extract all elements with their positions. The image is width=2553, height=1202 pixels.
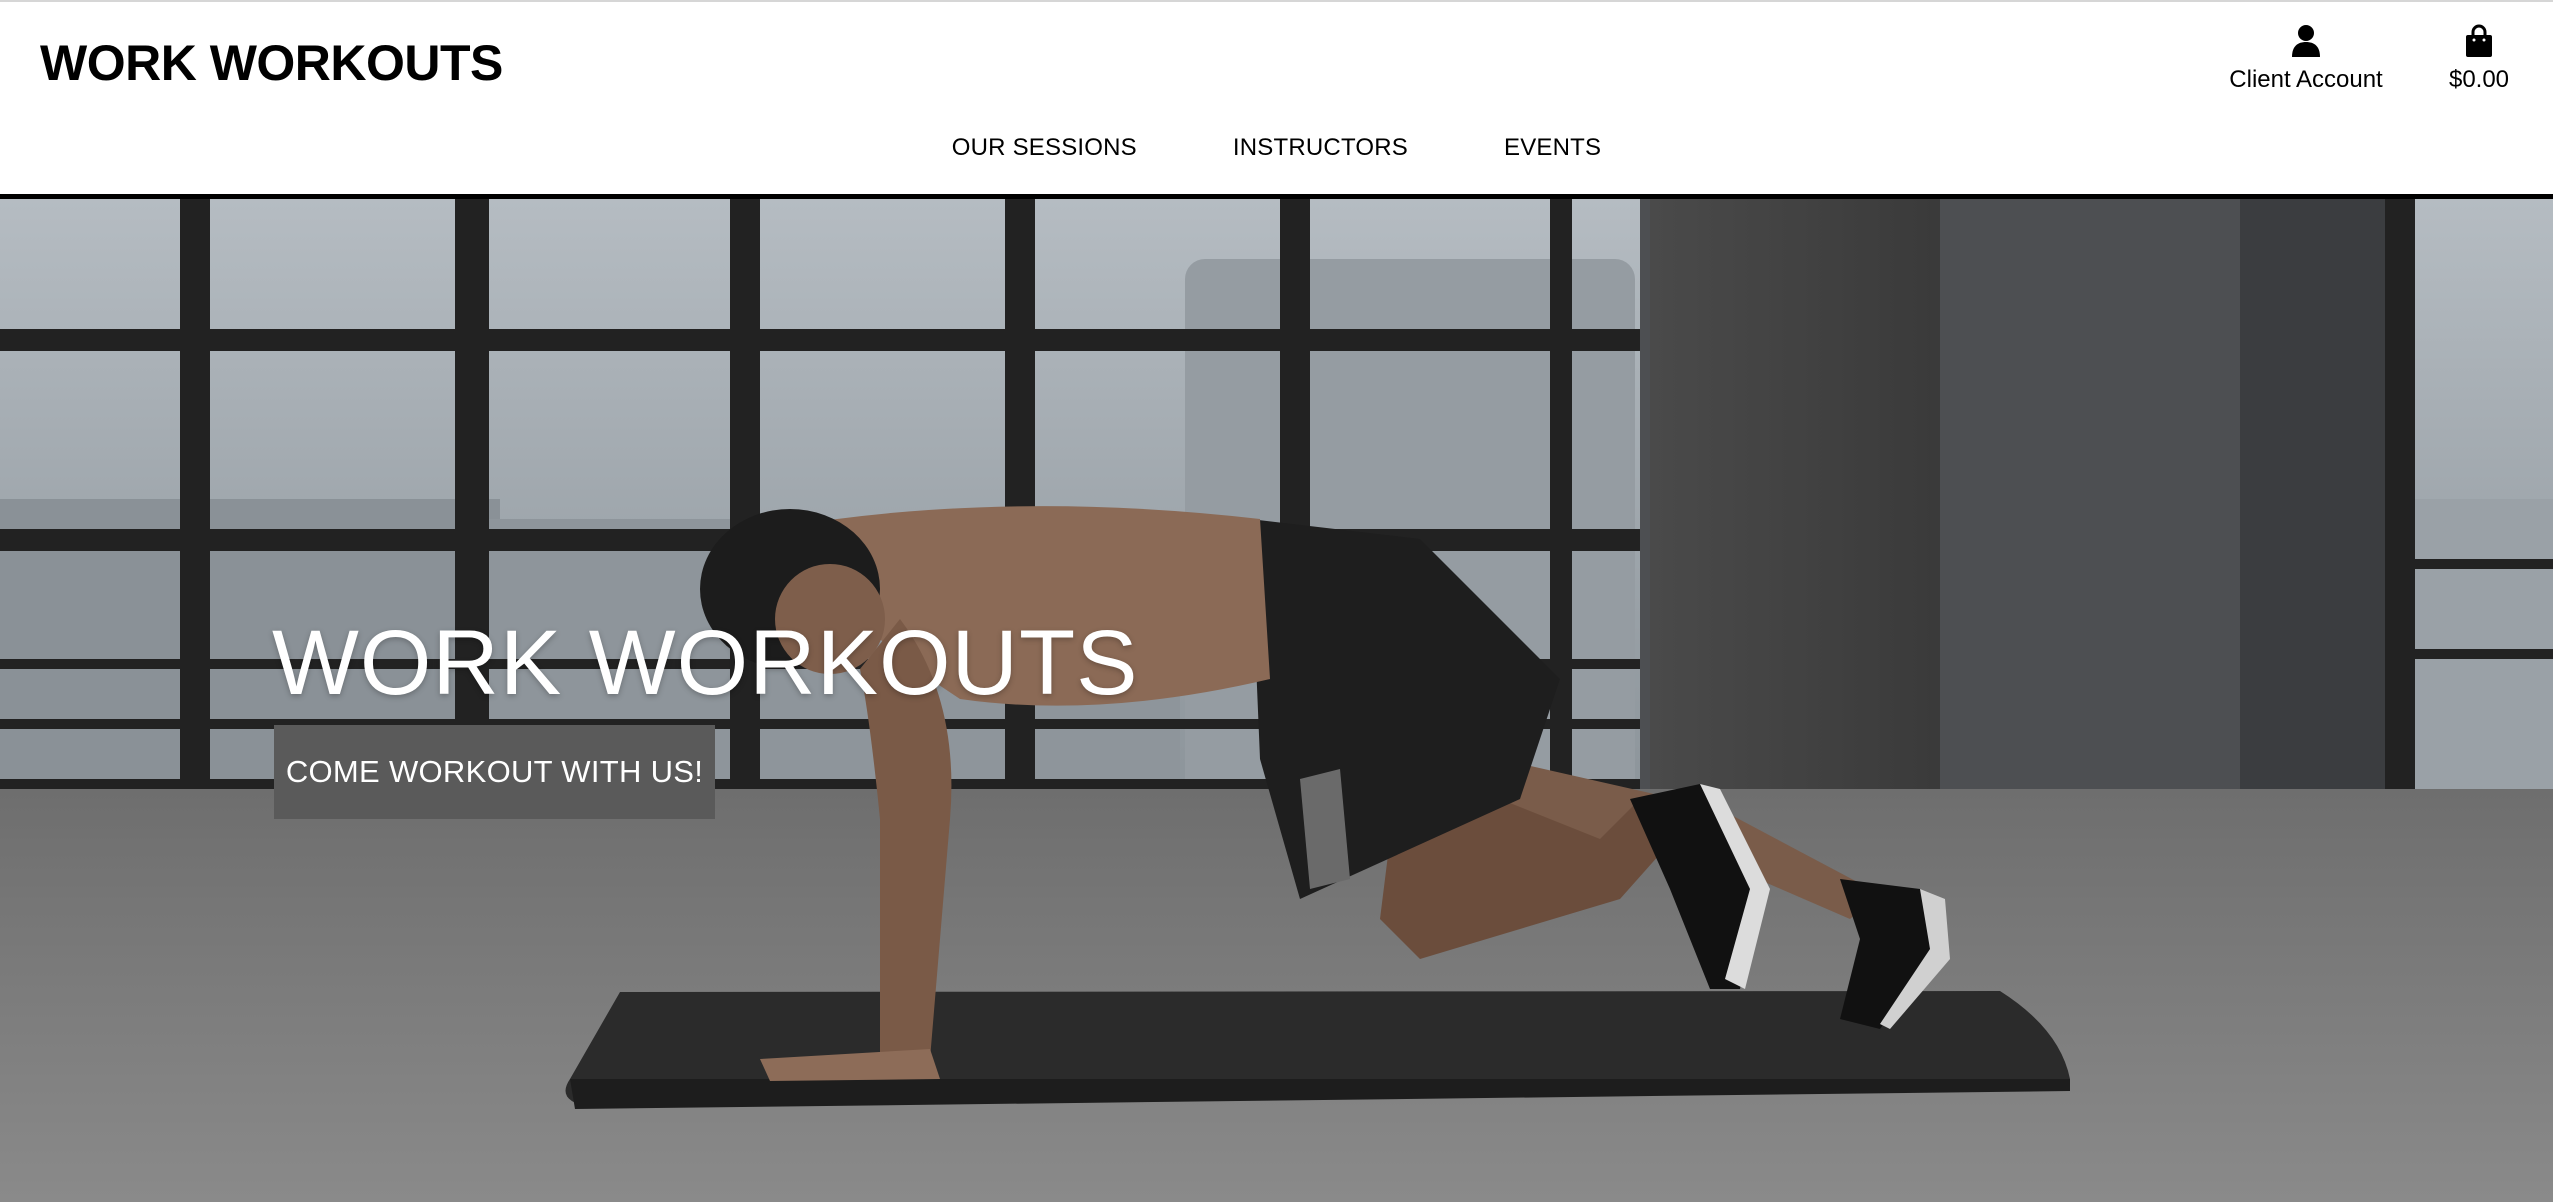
- client-account-label: Client Account: [2229, 66, 2383, 93]
- nav-item-events[interactable]: EVENTS: [1504, 134, 1601, 174]
- hero-title: WORK WORKOUTS: [272, 612, 1139, 714]
- nav-item-instructors[interactable]: INSTRUCTORS: [1233, 134, 1408, 174]
- come-workout-button[interactable]: COME WORKOUT WITH US!: [274, 725, 715, 819]
- main-nav: OUR SESSIONS INSTRUCTORS EVENTS: [0, 134, 2553, 174]
- cart-total: $0.00: [2448, 66, 2510, 93]
- hero-section: WORK WORKOUTS COME WORKOUT WITH US!: [0, 199, 2553, 1202]
- shopping-bag-icon: [2466, 24, 2492, 57]
- user-icon: [2292, 25, 2320, 57]
- nav-item-our-sessions[interactable]: OUR SESSIONS: [952, 134, 1137, 174]
- brand-logo-link[interactable]: WORK WORKOUTS: [40, 34, 503, 92]
- site-header: WORK WORKOUTS Client Account $0.00 OUR S…: [0, 2, 2553, 195]
- client-account-link[interactable]: Client Account: [2218, 24, 2394, 94]
- shopping-bag-link[interactable]: $0.00: [2438, 24, 2520, 94]
